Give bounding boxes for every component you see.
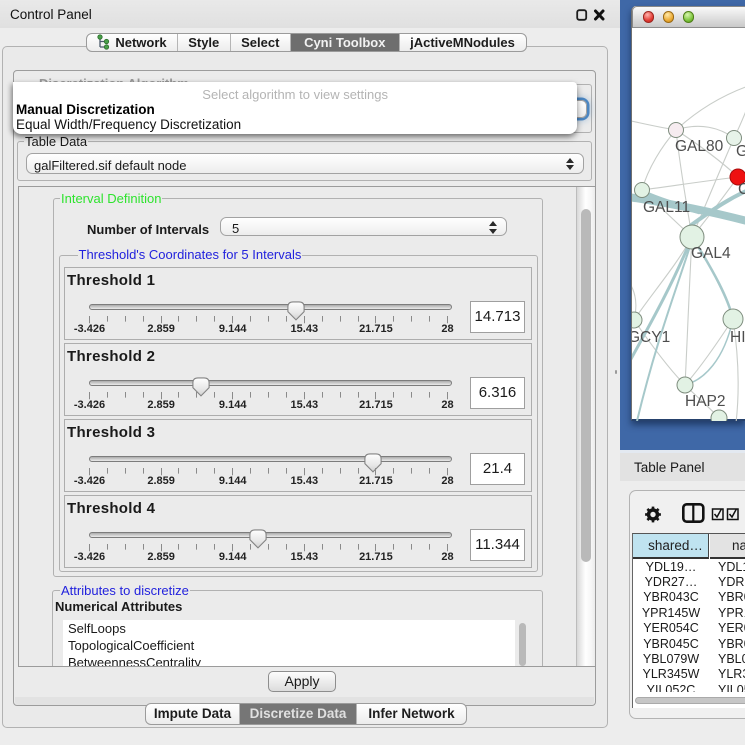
- svg-text:GAL4: GAL4: [691, 245, 731, 262]
- svg-text:HAP2: HAP2: [685, 393, 726, 410]
- svg-text:GCY1: GCY1: [632, 329, 670, 346]
- svg-text:HIS4: HIS4: [730, 329, 745, 346]
- svg-text:CDC: CDC: [738, 181, 745, 198]
- svg-text:GAL11: GAL11: [643, 199, 690, 216]
- svg-text:GAL7: GAL7: [736, 143, 745, 160]
- svg-text:GAL80: GAL80: [675, 138, 724, 155]
